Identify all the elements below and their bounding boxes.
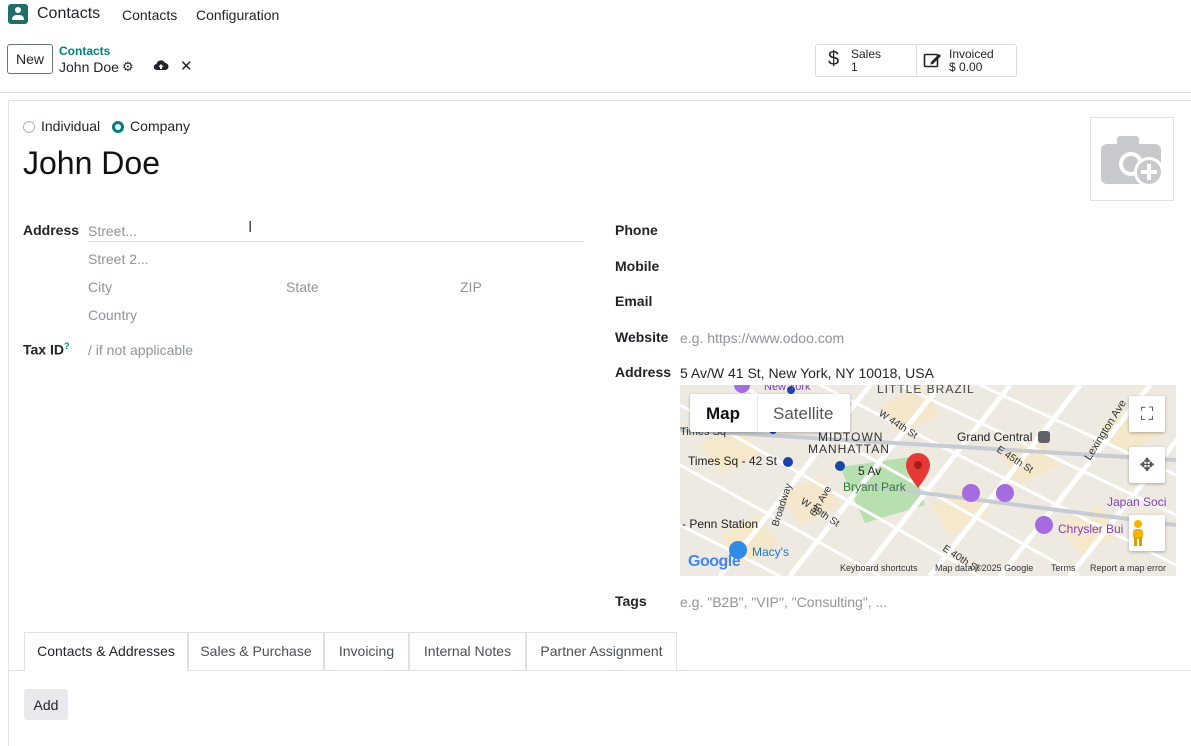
address-label: Address	[23, 222, 80, 238]
street2-input[interactable]: Street 2...	[88, 251, 149, 267]
smart-buttons: $ Sales 1 Invoiced $ 0.00	[815, 44, 1017, 77]
avatar-upload[interactable]	[1090, 117, 1174, 201]
map-label-grand-central: Grand Central	[957, 430, 1032, 444]
zip-input[interactable]: ZIP	[460, 279, 482, 295]
company-type-radio: Individual Company	[23, 118, 198, 134]
radio-individual[interactable]: Individual	[23, 118, 100, 134]
tags-label: Tags	[615, 593, 647, 609]
map-type-divider	[757, 394, 758, 432]
report-map-error-link[interactable]: Report a map error	[1090, 563, 1166, 573]
partner-name-field[interactable]: John Doe	[23, 145, 160, 182]
app-name[interactable]: Contacts	[37, 5, 100, 23]
map-label-bryant-park: Bryant Park	[843, 480, 907, 494]
taxid-label-text: Tax ID	[23, 341, 64, 358]
map-label-macys: Macy's	[752, 545, 789, 559]
help-tooltip-icon[interactable]: ?	[64, 341, 70, 351]
radio-company-label: Company	[130, 118, 190, 134]
map-data-text: Map data ©2025 Google	[935, 563, 1034, 573]
terms-link[interactable]: Terms	[1051, 563, 1076, 573]
country-select[interactable]: Country	[88, 307, 137, 323]
tab-invoicing[interactable]: Invoicing	[324, 632, 409, 670]
map-address-label: Address	[615, 364, 672, 380]
website-input[interactable]: e.g. https://www.odoo.com	[680, 330, 844, 346]
radio-company[interactable]: Company	[112, 118, 190, 134]
sales-smart-button[interactable]: $ Sales 1	[816, 45, 917, 76]
menu-configuration[interactable]: Configuration	[196, 7, 279, 23]
taxid-input[interactable]: / if not applicable	[88, 342, 193, 358]
phone-label: Phone	[615, 222, 658, 238]
map-label-5-av: 5 Av	[858, 464, 881, 478]
breadcrumb-contacts[interactable]: Contacts	[59, 44, 110, 58]
invoiced-title: Invoiced	[949, 47, 994, 61]
taxid-label: Tax ID?	[23, 341, 69, 358]
notebook-tabs: Contacts & Addresses Sales & Purchase In…	[8, 632, 1191, 671]
city-input[interactable]: City	[88, 279, 112, 295]
gear-icon[interactable]: ⚙	[122, 59, 134, 75]
map-attribution: Keyboard shortcuts Map data ©2025 Google…	[680, 562, 1176, 576]
radio-individual-label: Individual	[41, 118, 101, 134]
google-map[interactable]: LITTLE BRAZIL MIDTOWN MANHATTAN Times Sq…	[680, 385, 1176, 576]
tab-partner-assignment[interactable]: Partner Assignment	[526, 632, 677, 670]
map-label-manhattan: MANHATTAN	[808, 442, 890, 456]
email-label: Email	[615, 293, 653, 309]
control-panel: New Contacts John Doe ⚙ ✕ $ Sales 1 Invo…	[0, 30, 1191, 93]
map-label-new-york-top: New York	[764, 385, 811, 393]
invoice-edit-icon	[923, 51, 943, 75]
tab-sales-purchase[interactable]: Sales & Purchase	[188, 632, 324, 670]
pan-control-icon[interactable]: ✥	[1129, 447, 1165, 483]
top-navbar: Contacts Contacts Configuration	[0, 0, 1191, 30]
map-type-control: Map Satellite	[690, 394, 850, 432]
street-input-underline	[88, 241, 584, 242]
street-input[interactable]: Street...	[88, 223, 137, 239]
new-button[interactable]: New	[7, 44, 53, 74]
contacts-app-icon[interactable]	[8, 4, 28, 24]
state-select[interactable]: State	[286, 279, 319, 295]
sales-title: Sales	[851, 47, 882, 61]
fullscreen-icon[interactable]: ⛶	[1129, 396, 1165, 432]
invoiced-amount: $ 0.00	[949, 60, 983, 74]
map-type-map-button[interactable]: Map	[706, 404, 740, 424]
add-contact-button[interactable]: Add	[24, 689, 68, 720]
tab-contacts-addresses[interactable]: Contacts & Addresses	[24, 632, 188, 671]
mobile-label: Mobile	[615, 258, 660, 274]
map-type-satellite-button[interactable]: Satellite	[773, 404, 833, 424]
map-label-penn-station: - Penn Station	[682, 517, 758, 531]
keyboard-shortcuts-link[interactable]: Keyboard shortcuts	[840, 563, 918, 573]
map-address-value: 5 Av/W 41 St, New York, NY 10018, USA	[680, 365, 934, 381]
map-label-chrysler: Chrysler Bui	[1058, 522, 1123, 536]
menu-contacts[interactable]: Contacts	[122, 7, 177, 23]
dollar-icon: $	[828, 48, 840, 70]
website-label: Website	[615, 329, 669, 345]
map-label-little-brazil: LITTLE BRAZIL	[877, 385, 975, 396]
invoiced-smart-button[interactable]: Invoiced $ 0.00	[917, 45, 1016, 76]
cloud-upload-icon[interactable]	[153, 58, 169, 74]
camera-plus-icon	[1101, 136, 1164, 187]
discard-close-icon[interactable]: ✕	[180, 57, 193, 75]
street-view-pegman-icon[interactable]	[1129, 515, 1165, 551]
text-cursor-icon: I	[248, 219, 253, 236]
tab-internal-notes[interactable]: Internal Notes	[409, 632, 526, 670]
sales-count: 1	[851, 60, 858, 74]
map-label-japan-society: Japan Soci	[1107, 495, 1166, 509]
tags-input[interactable]: e.g. "B2B", "VIP", "Consulting", ...	[680, 594, 887, 610]
breadcrumb-current-record: John Doe	[59, 59, 119, 75]
map-label-times-sq: Times Sq - 42 St	[688, 454, 778, 468]
